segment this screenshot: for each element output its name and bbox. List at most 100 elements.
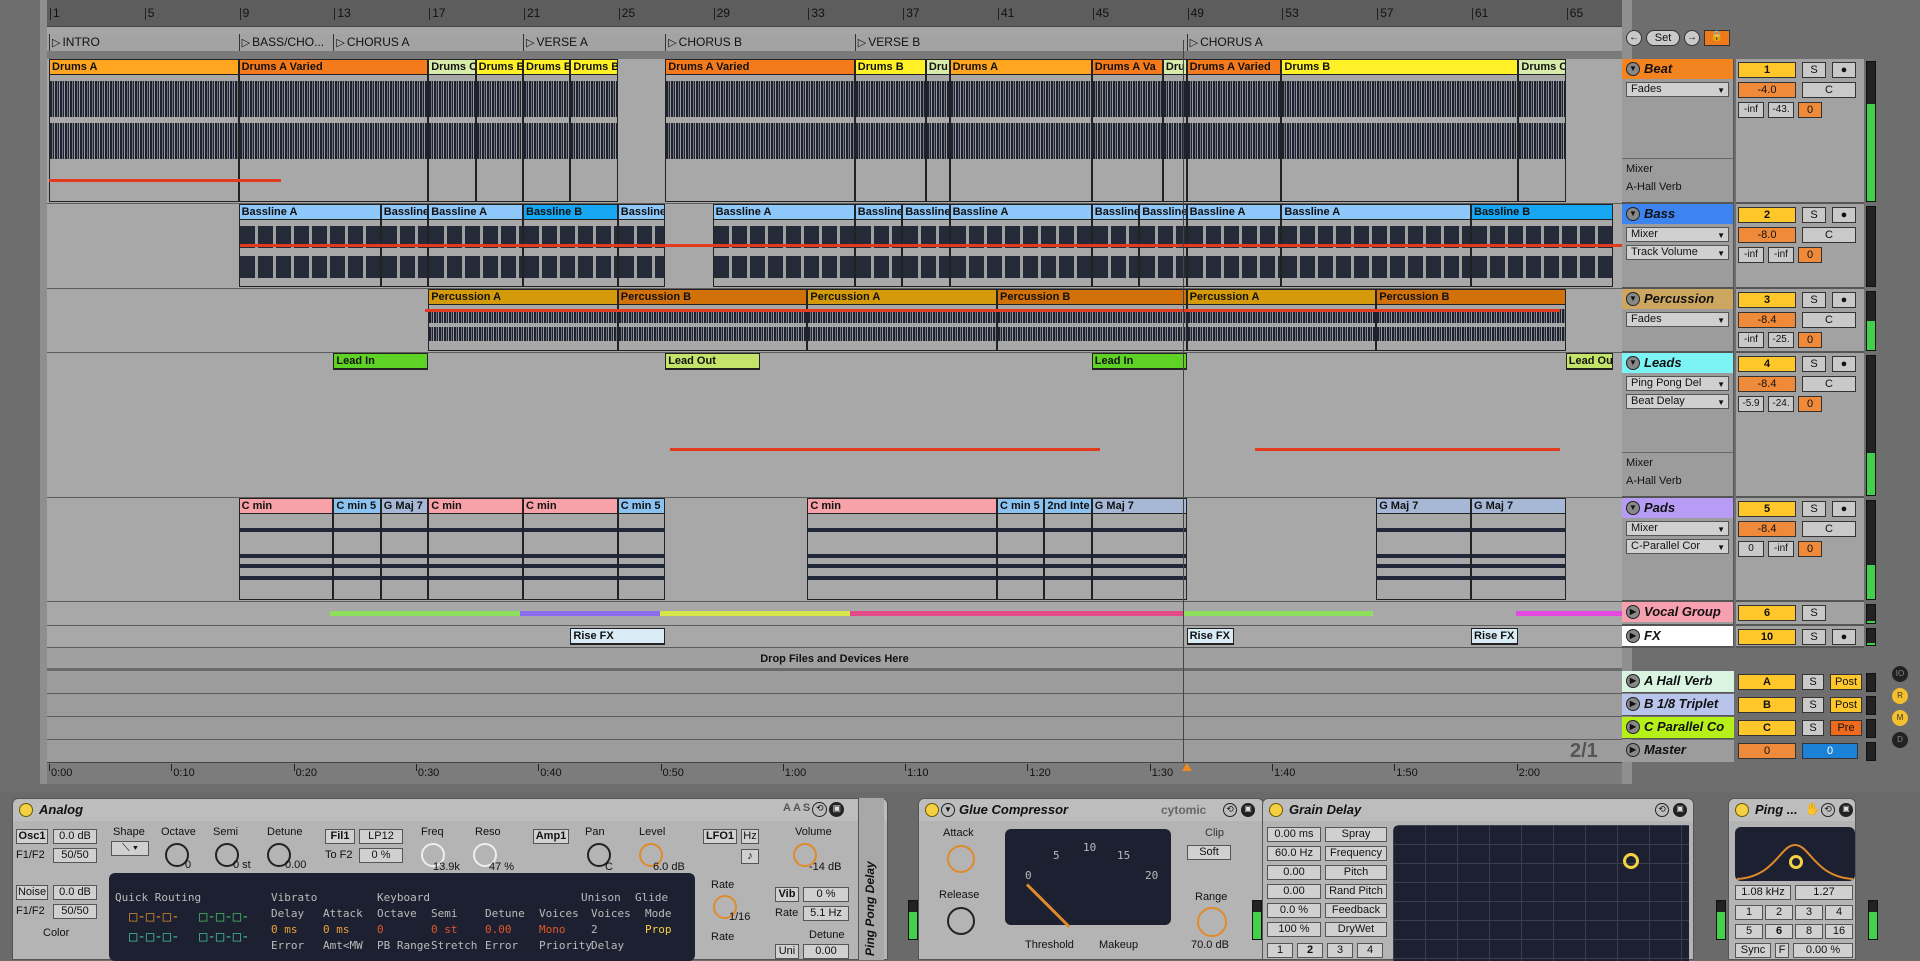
power-icon[interactable] xyxy=(1269,803,1283,817)
fold-right-icon[interactable]: ▶ xyxy=(1626,697,1640,711)
amp1-toggle[interactable]: Amp1 xyxy=(533,829,569,844)
r-toggle-button[interactable]: R xyxy=(1892,688,1908,704)
send-a[interactable]: -inf xyxy=(1738,247,1764,263)
routing-preset-3[interactable]: □-□-□- xyxy=(129,929,180,945)
scene-locator[interactable]: CHORUS A xyxy=(1186,34,1263,51)
volume-field[interactable]: -8.4 xyxy=(1738,312,1796,328)
freeze-toggle[interactable]: F xyxy=(1775,943,1789,958)
clip[interactable]: Drums A Varied xyxy=(665,59,855,202)
ping-beat-button[interactable]: 8 xyxy=(1795,924,1823,939)
vib-toggle[interactable]: Vib xyxy=(775,887,799,902)
group-clip-bar[interactable] xyxy=(850,611,1184,616)
fold-right-icon[interactable]: ▶ xyxy=(1626,743,1640,757)
clip[interactable]: G Maj 7 xyxy=(1471,498,1566,600)
automation-device-select[interactable]: Fades xyxy=(1626,312,1729,327)
grain-param-value[interactable]: 0.00 xyxy=(1267,884,1321,899)
io-toggle-button[interactable]: IO xyxy=(1892,666,1908,682)
release-knob[interactable] xyxy=(947,907,975,935)
track-lane-fx[interactable]: Rise FX Rise FX Rise FX xyxy=(47,626,1622,648)
track-activator[interactable]: 6 xyxy=(1738,605,1796,621)
ping-pong-delay-folded[interactable]: Ping Pong Delay xyxy=(858,798,884,960)
grain-param-select[interactable]: DryWet xyxy=(1325,922,1387,937)
filter-display[interactable] xyxy=(1735,827,1855,881)
send-b[interactable]: -24. xyxy=(1768,396,1794,412)
noise-toggle[interactable]: Noise xyxy=(16,885,48,900)
clip[interactable]: Drums B xyxy=(854,59,926,202)
solo-button[interactable]: S xyxy=(1802,697,1824,713)
track-activator[interactable]: 3 xyxy=(1738,292,1796,308)
pan-field[interactable]: C xyxy=(1802,227,1856,243)
save-icon[interactable]: ▣ xyxy=(829,802,845,817)
clip[interactable]: G Maj 7 xyxy=(1091,498,1187,600)
track-lane-leads[interactable]: Lead In Lead Out Lead In Lead Out xyxy=(47,353,1622,498)
ping-beat-button[interactable]: 5 xyxy=(1735,924,1763,939)
m-toggle-button[interactable]: M xyxy=(1892,710,1908,726)
a-button[interactable]: A xyxy=(783,802,791,817)
group-clip-bar[interactable] xyxy=(1516,611,1622,616)
hot-swap-icon[interactable]: ⟲ xyxy=(1821,803,1835,817)
noise-level[interactable]: 0.0 dB xyxy=(53,885,97,900)
master-track-header[interactable]: ▶ Master xyxy=(1622,740,1734,762)
pan-field[interactable]: C xyxy=(1802,521,1856,537)
clip[interactable]: C min xyxy=(428,498,523,600)
clip[interactable]: Rise FX xyxy=(570,628,666,645)
clip[interactable]: Dru xyxy=(925,59,950,202)
volume-field[interactable]: -8.4 xyxy=(1738,521,1796,537)
grain-param-value[interactable]: 0.0 % xyxy=(1267,903,1321,918)
osc1-f1f2[interactable]: 50/50 xyxy=(53,848,97,863)
send-a[interactable]: -inf xyxy=(1738,102,1764,118)
send-c[interactable]: 0 xyxy=(1798,332,1822,348)
clip[interactable]: Drums B xyxy=(1281,59,1519,202)
pan-field[interactable]: C xyxy=(1802,312,1856,328)
clip[interactable]: C min 5 xyxy=(333,498,381,600)
clip[interactable]: Drums B xyxy=(523,59,571,202)
solo-button[interactable]: S xyxy=(1802,62,1826,78)
clip[interactable]: Lead Out xyxy=(665,353,760,370)
grain-beat-button[interactable]: 1 xyxy=(1267,943,1293,958)
pre-post-toggle[interactable]: Pre xyxy=(1830,720,1862,736)
automation-line[interactable] xyxy=(1255,448,1560,451)
fold-right-icon[interactable]: ▶ xyxy=(1626,605,1640,619)
to-f2-value[interactable]: 0 % xyxy=(359,848,403,863)
kb-detune-value[interactable]: 0.00 xyxy=(485,923,512,936)
scene-locator[interactable]: VERSE A xyxy=(523,34,588,51)
routing-preset-1[interactable]: □-□-□- xyxy=(129,909,180,925)
solo-button[interactable]: S xyxy=(1802,674,1824,690)
voices-select[interactable]: Mono xyxy=(539,923,566,936)
track-name[interactable]: ▼ Percussion xyxy=(1622,289,1733,309)
send-c[interactable]: 0 xyxy=(1798,541,1822,557)
master-volume[interactable]: 0 xyxy=(1738,743,1796,759)
kb-semi-value[interactable]: 0 st xyxy=(431,923,458,936)
shape-select[interactable]: ⟍ ▾ xyxy=(111,841,149,856)
solo-button[interactable]: S xyxy=(1802,720,1824,736)
clip[interactable]: Drums C xyxy=(428,59,476,202)
automation-line[interactable] xyxy=(425,309,1560,312)
group-clip-bar[interactable] xyxy=(1184,611,1373,616)
fold-right-icon[interactable]: ▶ xyxy=(1626,674,1640,688)
track-header-vocal-group[interactable]: ▶ Vocal Group xyxy=(1622,602,1734,626)
track-header-fx[interactable]: ▶ FX xyxy=(1622,626,1734,648)
grain-param-select[interactable]: Feedback xyxy=(1325,903,1387,918)
send-a[interactable]: 0 xyxy=(1738,541,1764,557)
fold-down-icon[interactable]: ▼ xyxy=(1626,62,1640,76)
send-b[interactable]: -inf xyxy=(1768,541,1794,557)
xy-handle[interactable] xyxy=(1623,853,1639,869)
clip[interactable]: Lead In xyxy=(333,353,429,370)
clip[interactable]: 2nd Inte xyxy=(1044,498,1092,600)
filter-width[interactable]: 1.27 xyxy=(1795,885,1853,900)
grain-beat-button[interactable]: 2 xyxy=(1297,943,1323,958)
soft-clip-toggle[interactable]: Soft xyxy=(1187,845,1231,860)
fold-down-icon[interactable]: ▼ xyxy=(1626,356,1640,370)
grain-param-select[interactable]: Pitch xyxy=(1325,865,1387,880)
grain-param-select[interactable]: Rand Pitch xyxy=(1325,884,1387,899)
arm-button[interactable]: ● xyxy=(1832,629,1856,645)
clip[interactable]: C min 5 xyxy=(617,498,666,600)
return-track-header[interactable]: ▶ B 1/8 Triplet xyxy=(1622,694,1734,716)
pre-post-toggle[interactable]: Post xyxy=(1830,674,1862,690)
lfo-sync-toggle[interactable]: ♪ xyxy=(741,849,759,864)
fold-icon[interactable]: ▼ xyxy=(941,803,955,817)
ping-beat-button[interactable]: 4 xyxy=(1825,905,1853,920)
d-toggle-button[interactable]: D xyxy=(1892,732,1908,748)
save-icon[interactable]: ▣ xyxy=(1673,803,1687,817)
send-b[interactable]: -25. xyxy=(1768,332,1794,348)
